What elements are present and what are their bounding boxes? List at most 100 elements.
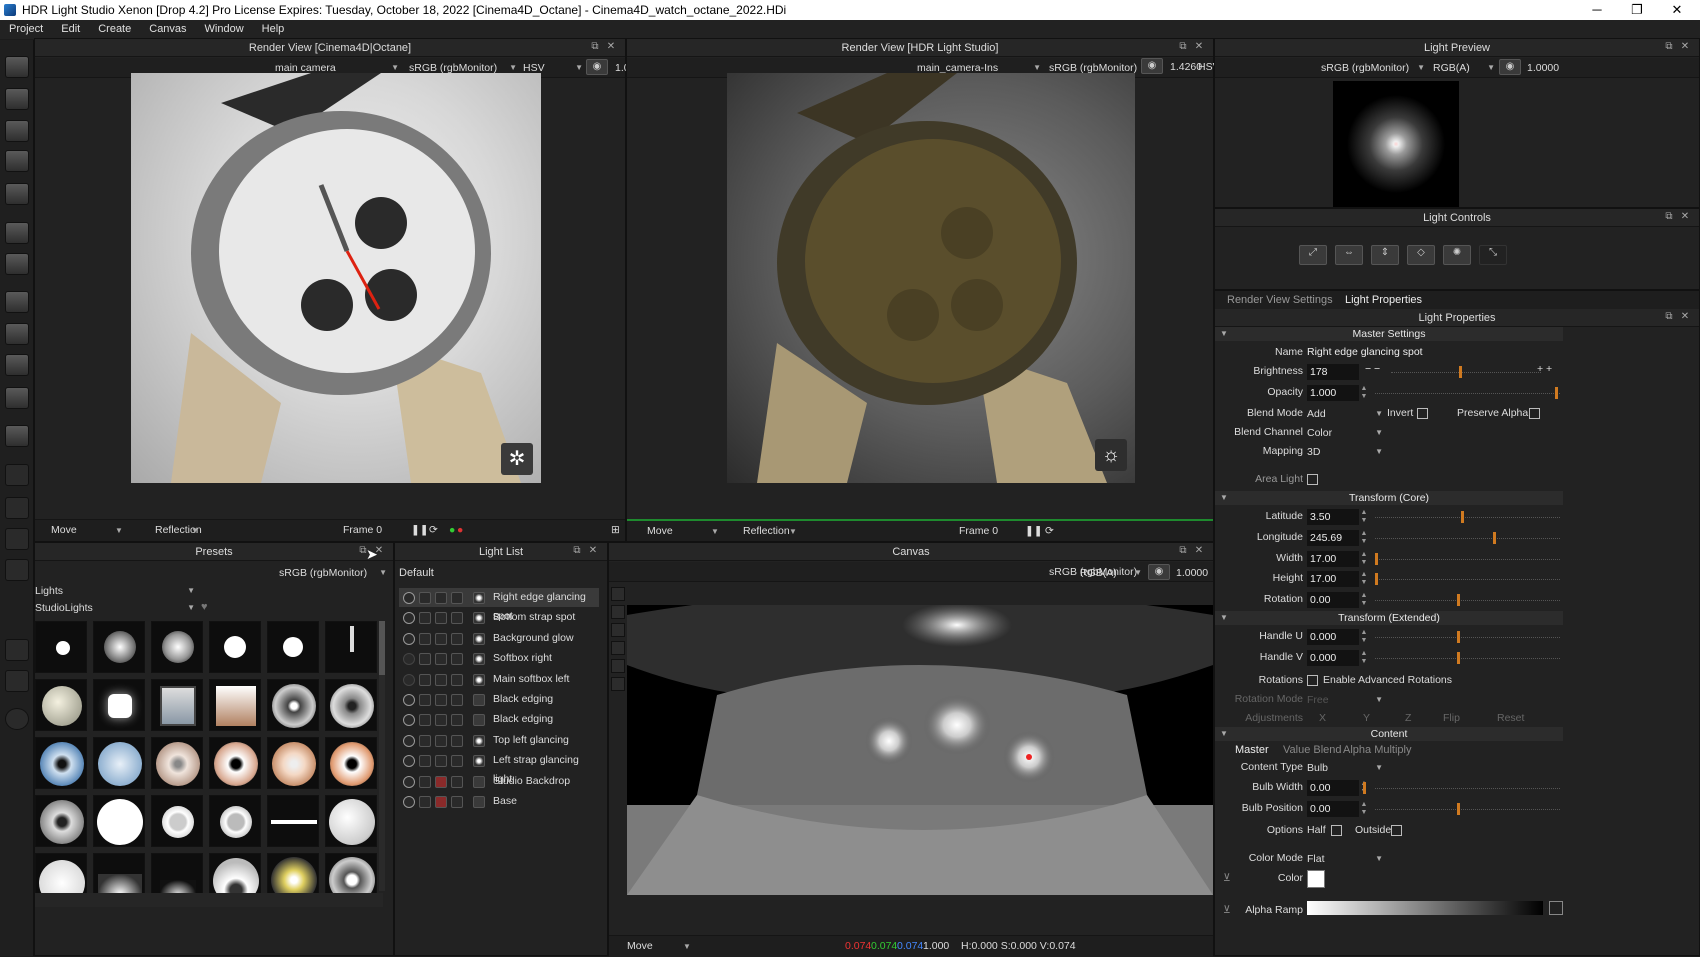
close-panel-icon[interactable]: ✕ xyxy=(605,41,617,53)
close-panel-icon[interactable]: ✕ xyxy=(1193,545,1205,557)
spinner-icon[interactable]: ▲▼ xyxy=(1360,801,1368,817)
hand-tool-icon[interactable] xyxy=(611,623,625,637)
solo-icon[interactable] xyxy=(419,632,431,645)
cursor-tool-icon[interactable] xyxy=(5,559,29,581)
lock-icon[interactable] xyxy=(435,694,447,706)
solo-icon[interactable] xyxy=(419,673,431,686)
exposure-control-icon[interactable]: ◉ xyxy=(1141,58,1163,74)
exposure-control-icon[interactable]: ◉ xyxy=(1148,564,1170,580)
visibility-icon[interactable] xyxy=(403,592,415,604)
pen-tool-icon[interactable] xyxy=(5,88,29,110)
mute-icon[interactable] xyxy=(451,755,463,768)
spinner-icon[interactable]: ▲▼ xyxy=(1360,650,1368,666)
chevron-down-icon[interactable]: ▼ xyxy=(191,526,199,535)
visibility-icon[interactable] xyxy=(403,714,415,727)
multi-light-tool-icon[interactable] xyxy=(5,183,29,205)
light-list-item[interactable]: Background glow xyxy=(399,629,599,648)
preset-white-disc[interactable] xyxy=(93,795,145,847)
chevron-down-icon[interactable]: ▼ xyxy=(711,527,719,536)
frame-tool-icon[interactable] xyxy=(5,497,29,519)
lock-icon[interactable] xyxy=(435,734,447,747)
visibility-icon[interactable] xyxy=(403,694,415,706)
light-list-item[interactable]: Base xyxy=(399,792,599,811)
visibility-icon[interactable] xyxy=(403,632,415,645)
brush-tool-icon[interactable] xyxy=(5,150,29,172)
presets-subcategory-select[interactable]: StudioLights ▼ xyxy=(35,600,195,616)
transform-core-section[interactable]: ▼ Transform (Core) xyxy=(1215,491,1563,505)
undock-icon[interactable]: ⧉ xyxy=(1663,41,1675,53)
color-swatch[interactable] xyxy=(1307,870,1325,888)
help-icon[interactable] xyxy=(5,708,29,730)
gradient-bar-icon[interactable] xyxy=(5,291,29,313)
opacity-field[interactable]: 1.000 xyxy=(1307,385,1359,401)
preset-grey-ring[interactable] xyxy=(209,795,261,847)
rotation-field[interactable]: 0.00 xyxy=(1307,592,1359,608)
content-section[interactable]: ▼ Content xyxy=(1215,727,1563,741)
tab-master[interactable]: Master xyxy=(1235,744,1269,756)
height-slider[interactable] xyxy=(1375,573,1378,585)
tab-light-properties[interactable]: Light Properties xyxy=(1345,294,1422,306)
tab-value-blend[interactable]: Value Blend xyxy=(1283,744,1342,756)
lock-icon[interactable] xyxy=(435,612,447,625)
render-image-octane[interactable]: ✲ xyxy=(131,73,541,483)
invert-checkbox[interactable] xyxy=(1417,408,1428,419)
light-list-item[interactable]: Right edge glancing spot xyxy=(399,588,599,622)
spinner-icon[interactable]: ▲▼ xyxy=(1360,551,1368,567)
light-list-item[interactable]: Bottom strap spot xyxy=(399,608,599,627)
spinner-icon[interactable]: ▲▼ xyxy=(1360,385,1368,401)
solo-icon[interactable] xyxy=(419,653,431,666)
preset-umbrella[interactable] xyxy=(35,795,87,847)
mute-icon[interactable] xyxy=(451,734,463,747)
area-light-checkbox[interactable] xyxy=(1307,474,1318,485)
preset-softbox-square[interactable] xyxy=(93,679,145,731)
content-type-select[interactable]: Bulb ▼ xyxy=(1307,760,1383,776)
longitude-slider[interactable] xyxy=(1493,532,1496,544)
lock-icon[interactable] xyxy=(435,653,447,666)
handle-v-field[interactable]: 0.000 xyxy=(1307,650,1359,666)
softbox-icon[interactable] xyxy=(5,387,29,409)
close-panel-icon[interactable]: ✕ xyxy=(1679,311,1691,323)
preset-peach-ring[interactable] xyxy=(267,737,319,789)
eraser-tool-icon[interactable] xyxy=(5,120,29,142)
blend-channel-select[interactable]: Color ▼ xyxy=(1307,425,1383,441)
rotation-mode-select[interactable]: Free ▼ xyxy=(1307,692,1383,708)
preserve-alpha-checkbox[interactable] xyxy=(1529,408,1540,419)
tab-alpha-multiply[interactable]: Alpha Multiply xyxy=(1343,744,1411,756)
mute-icon[interactable] xyxy=(451,775,463,788)
spinner-icon[interactable]: ▲▼ xyxy=(1360,571,1368,587)
bulb-position-slider[interactable] xyxy=(1457,803,1460,815)
move-horizontal-icon[interactable]: ⇔ xyxy=(1335,245,1363,265)
handle-v-slider[interactable] xyxy=(1457,652,1460,664)
menu-help[interactable]: Help xyxy=(253,20,294,39)
presets-scrollbar[interactable] xyxy=(379,621,385,891)
preset-spot-ring[interactable] xyxy=(209,621,261,673)
lock-icon[interactable] xyxy=(435,592,447,604)
light-list-item[interactable]: Left strap glancing light xyxy=(399,751,599,785)
solo-icon[interactable] xyxy=(419,734,431,747)
increase-icon[interactable]: + + xyxy=(1537,363,1552,375)
resize-diagonal-icon[interactable]: ⤡ xyxy=(1479,245,1507,265)
image-light-icon[interactable] xyxy=(5,323,29,345)
light-list-item[interactable]: Softbox right xyxy=(399,649,599,668)
exposure-control-icon[interactable]: ◉ xyxy=(586,59,608,75)
mute-icon[interactable] xyxy=(451,612,463,625)
preset-blue-ring[interactable] xyxy=(35,737,87,789)
decrease-icon[interactable]: − − xyxy=(1365,363,1380,375)
lock-icon[interactable] xyxy=(435,796,447,808)
preset-spot-dot[interactable] xyxy=(267,621,319,673)
flip-button[interactable]: Flip xyxy=(1443,712,1460,724)
preset-sphere-white[interactable] xyxy=(325,795,377,847)
move-tool-select[interactable]: Move xyxy=(51,524,77,536)
longitude-field[interactable]: 245.69 xyxy=(1307,530,1359,546)
master-settings-section[interactable]: ▼ Master Settings xyxy=(1215,327,1563,341)
strip-light-icon[interactable] xyxy=(5,354,29,376)
lock-icon[interactable] xyxy=(435,673,447,686)
chevron-down-icon[interactable]: ▼ xyxy=(683,942,691,951)
half-checkbox[interactable] xyxy=(1331,825,1342,836)
move-vertical-icon[interactable]: ⇕ xyxy=(1371,245,1399,265)
visibility-icon[interactable] xyxy=(403,612,415,625)
height-field[interactable]: 17.00 xyxy=(1307,571,1359,587)
colorspace-select[interactable]: sRGB (rgbMonitor)▼ xyxy=(1321,60,1425,76)
visibility-icon[interactable] xyxy=(403,796,415,808)
hdri-map-icon[interactable] xyxy=(5,425,29,447)
